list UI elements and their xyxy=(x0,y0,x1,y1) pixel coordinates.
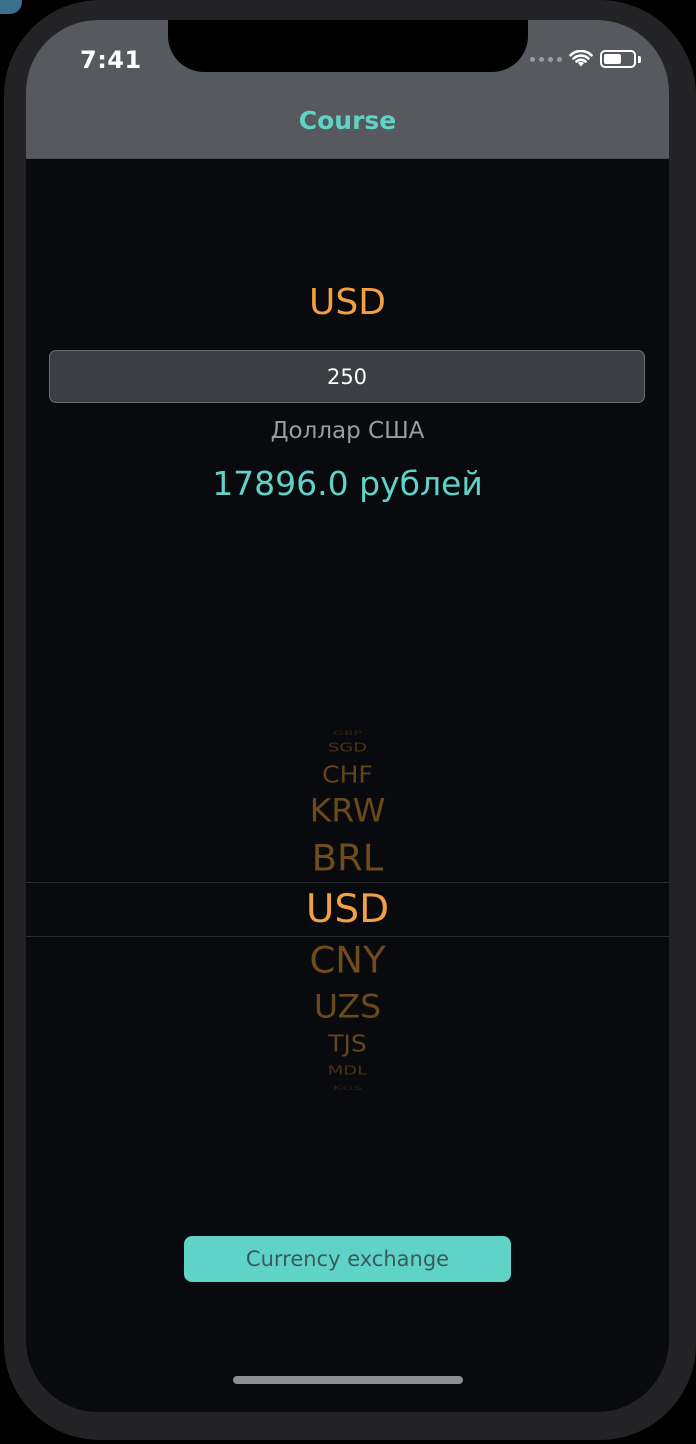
battery-fill xyxy=(604,54,621,64)
currency-picker[interactable]: GBP SGD CHF KRW BRL USD CNY UZS TJS MDL KGS xyxy=(26,724,669,1096)
notch xyxy=(168,20,528,72)
picker-item[interactable]: BRL xyxy=(26,840,669,876)
currency-name: Доллар США xyxy=(270,418,425,444)
picker-item[interactable]: CNY xyxy=(26,942,669,978)
picker-item[interactable]: KRW xyxy=(26,794,669,826)
status-indicators xyxy=(530,48,641,70)
battery-icon xyxy=(600,50,636,68)
status-time: 7:41 xyxy=(80,46,142,74)
battery-cap xyxy=(638,55,641,63)
wifi-icon xyxy=(569,50,593,67)
home-indicator xyxy=(233,1376,463,1384)
device-frame: 7:41 Course USD Доллар США xyxy=(0,0,696,1444)
picker-item[interactable]: KGS xyxy=(26,1085,669,1091)
picker-item[interactable]: SGD xyxy=(26,741,669,755)
picker-item-selected[interactable]: USD xyxy=(26,890,669,929)
selected-currency-code: USD xyxy=(309,282,386,323)
cellular-signal-icon xyxy=(530,56,562,62)
picker-selection-bottom-line xyxy=(26,936,669,937)
nav-title: Course xyxy=(298,106,397,135)
navigation-bar: 7:41 Course xyxy=(26,20,669,159)
corner-artifact xyxy=(0,0,22,14)
app-screen: 7:41 Course USD Доллар США xyxy=(26,20,669,1412)
picker-item[interactable]: GBP xyxy=(26,730,669,736)
picker-selection-top-line xyxy=(26,882,669,883)
picker-item[interactable]: UZS xyxy=(26,990,669,1022)
currency-exchange-button[interactable]: Currency exchange xyxy=(184,1236,511,1282)
picker-item[interactable]: MDL xyxy=(26,1064,669,1078)
amount-input[interactable] xyxy=(49,350,645,403)
conversion-result: 17896.0 рублей xyxy=(212,464,483,503)
picker-item[interactable]: CHF xyxy=(26,763,669,786)
picker-item[interactable]: TJS xyxy=(26,1032,669,1055)
